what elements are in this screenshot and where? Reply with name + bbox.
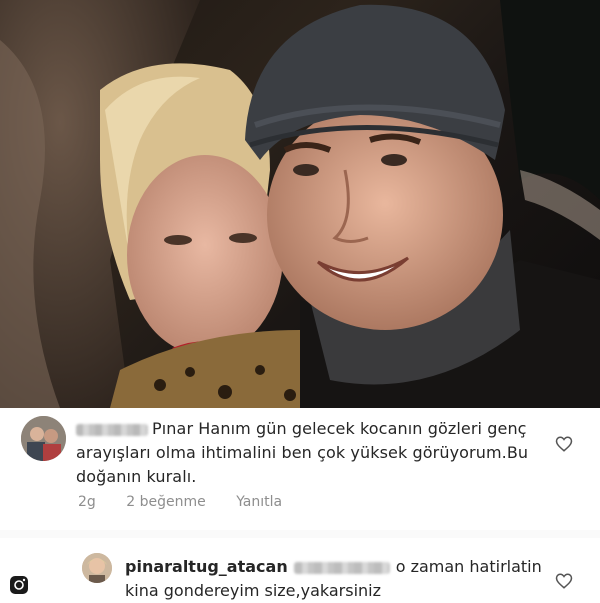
heart-outline-icon[interactable]: [555, 572, 573, 590]
comment-2-body: pinaraltug_atacan o zaman hatirlatin kina…: [125, 555, 545, 603]
user-avatar-icon: [21, 416, 66, 461]
comment-1-body: Pınar Hanım gün gelecek kocanın gözleri …: [76, 417, 546, 489]
comment-1-meta: 2g 2 beğenme Yanıtla: [78, 494, 308, 510]
comment-1: Pınar Hanım gün gelecek kocanın gözleri …: [0, 408, 600, 530]
comment-divider: [0, 530, 600, 538]
commenter-avatar[interactable]: [21, 416, 66, 461]
commenter-avatar[interactable]: [82, 553, 112, 583]
blurred-username[interactable]: [76, 423, 148, 436]
comment-2: pinaraltug_atacan o zaman hatirlatin kina…: [0, 538, 600, 603]
user-avatar-icon: [82, 553, 112, 583]
reply-link[interactable]: Yanıtla: [236, 494, 282, 510]
blurred-mention[interactable]: [293, 561, 390, 574]
post-photo[interactable]: [0, 0, 600, 408]
heart-outline-icon[interactable]: [555, 435, 573, 453]
instagram-icon: [10, 576, 28, 594]
photo-illustration: [0, 0, 600, 408]
comment-time: 2g: [78, 494, 96, 510]
likes-count-link[interactable]: 2 beğenme: [126, 494, 205, 510]
comment-username[interactable]: pinaraltug_atacan: [125, 557, 288, 576]
